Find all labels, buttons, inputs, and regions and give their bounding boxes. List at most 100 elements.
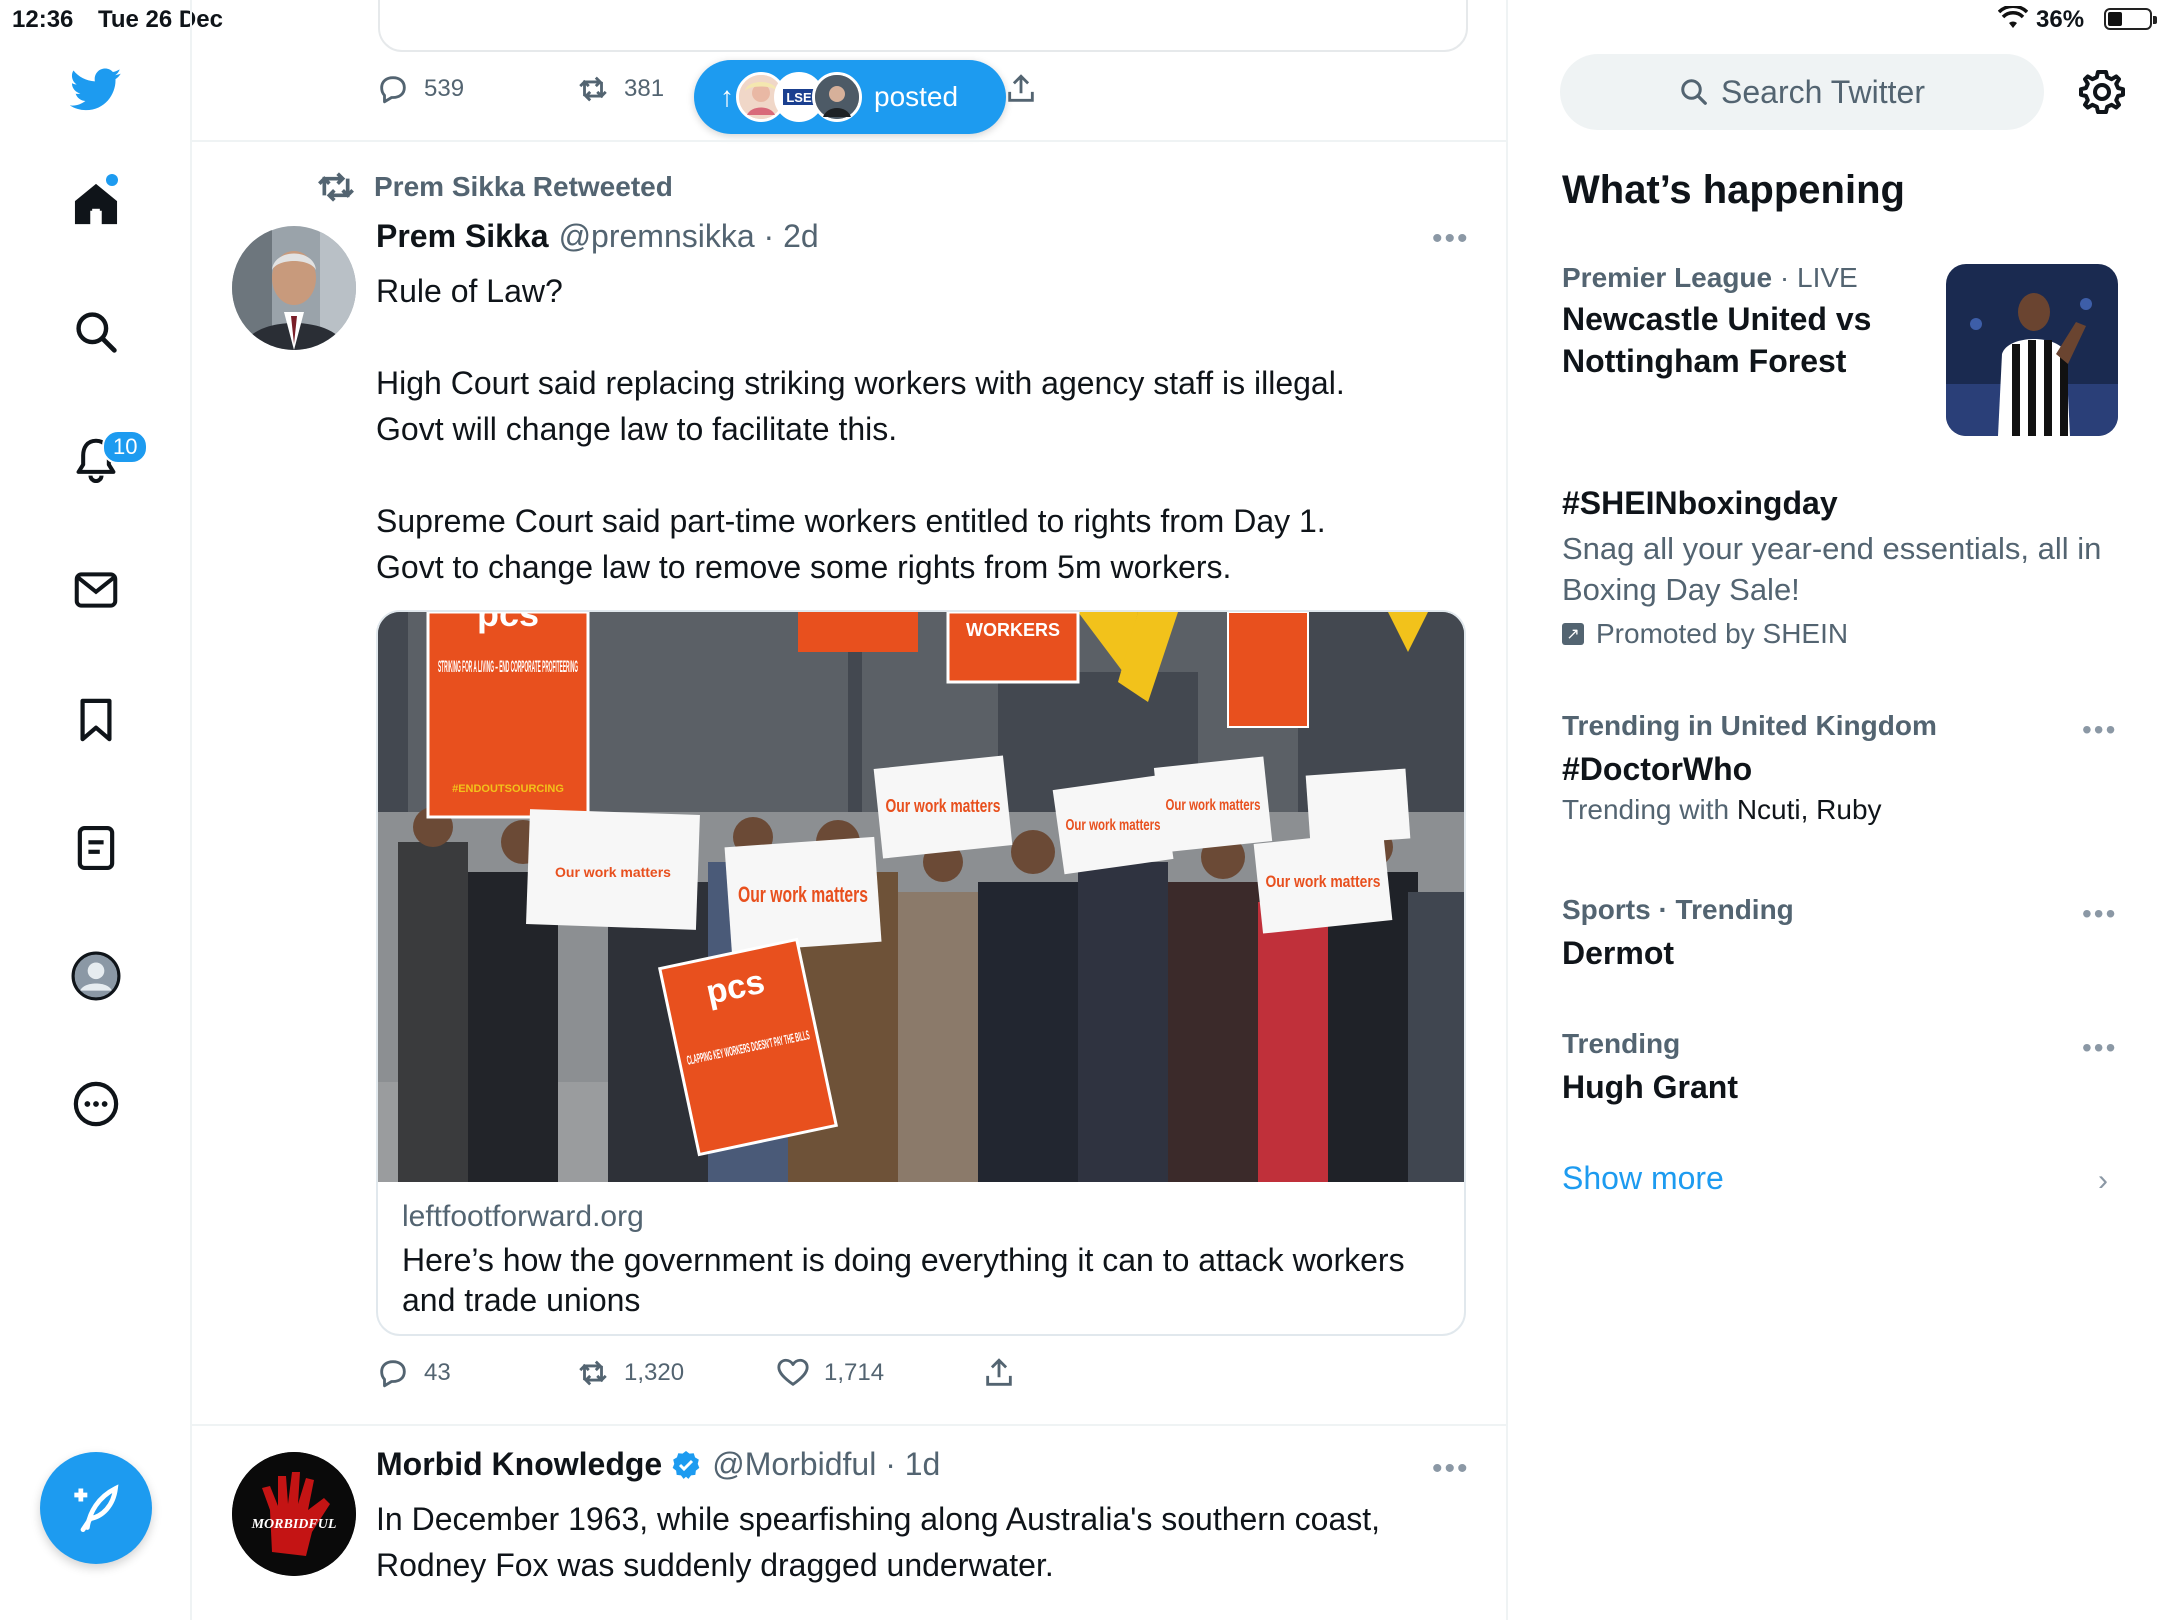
prev-retweet-count: 381 — [624, 75, 665, 102]
share-icon — [986, 1358, 1012, 1386]
protest-photo: pcs STRIKING FOR A LIVING – END CORPORAT… — [378, 612, 1464, 1182]
search-input[interactable]: Search Twitter — [1560, 54, 2044, 130]
whats-happening-title: What’s happening — [1562, 168, 1905, 212]
tweet-text-line: High Court said replacing striking worke… — [376, 365, 1345, 401]
tweet-text-line: In December 1963, while spearfishing alo… — [376, 1501, 1381, 1537]
timeline[interactable]: 539 381 ↑ LSE posted Prem Sikka Retweete… — [192, 0, 1508, 1620]
trending-with: Trending with Ncuti, Ruby — [1562, 794, 2122, 826]
sign-striking: STRIKING FOR A LIVING – END CORPORATE PR… — [438, 657, 578, 676]
tweet-text-line: Supreme Court said part-time workers ent… — [376, 503, 1326, 539]
avatar-morbid-knowledge[interactable]: MORBIDFUL — [232, 1452, 356, 1576]
sign-our-work-matters: Our work matters — [886, 796, 1001, 816]
retweet-button[interactable]: 1,320 — [576, 1356, 684, 1390]
trend-title: Hugh Grant — [1562, 1069, 1738, 1105]
divider — [192, 1424, 1506, 1426]
share-button[interactable] — [982, 1356, 1016, 1390]
avatar-prem-sikka[interactable] — [232, 226, 356, 350]
retweeted-by: Prem Sikka Retweeted — [316, 170, 673, 204]
author-name[interactable]: Morbid Knowledge — [376, 1446, 662, 1483]
trend-item-promoted[interactable]: #SHEINboxingday Snag all your year-end e… — [1562, 482, 2122, 650]
tweet-text-line: Govt will change law to facilitate this. — [376, 411, 898, 447]
settings-gear-icon[interactable] — [2078, 68, 2126, 116]
svg-text:LSE: LSE — [786, 90, 812, 105]
tweet-header: Morbid Knowledge @Morbidful · 1d — [376, 1446, 940, 1483]
trend-item[interactable]: Trending in United Kingdom #DoctorWho Tr… — [1562, 710, 2122, 826]
search-icon[interactable] — [70, 306, 122, 358]
home-icon[interactable] — [70, 178, 122, 230]
card-domain: leftfootforward.org — [402, 1200, 644, 1233]
trend-meta: Trending — [1562, 1028, 1681, 1059]
trend-item[interactable]: Sports · Trending Dermot — [1562, 894, 2122, 974]
reply-count: 43 — [424, 1359, 451, 1386]
reply-button[interactable]: 43 — [376, 1356, 451, 1390]
trending-with-label: Trending with — [1562, 794, 1737, 825]
prev-retweet-button[interactable]: 381 — [576, 72, 664, 106]
sign-our-work-matters: Our work matters — [1066, 817, 1161, 834]
bookmark-icon[interactable] — [70, 694, 122, 746]
retweeted-by-label: Prem Sikka Retweeted — [374, 171, 673, 202]
trend-title: Dermot — [1562, 935, 1675, 971]
previous-tweet-card[interactable] — [378, 0, 1468, 52]
prev-reply-button[interactable]: 539 — [376, 72, 464, 106]
compose-tweet-button[interactable] — [40, 1452, 152, 1564]
link-card[interactable]: pcs STRIKING FOR A LIVING – END CORPORAT… — [376, 610, 1466, 1336]
left-nav: 10 — [0, 0, 192, 1620]
trend-category: Premier League — [1562, 262, 1773, 293]
chevron-right-icon[interactable]: › — [2098, 1164, 2108, 1198]
trend-description: Snag all your year-end essentials, all i… — [1562, 531, 2102, 607]
tweet-header: Prem Sikka @premnsikka · 2d — [376, 218, 819, 255]
feather-plus-icon — [74, 1484, 119, 1533]
pill-avatar-3 — [812, 72, 862, 122]
twitter-logo-icon[interactable] — [70, 64, 122, 116]
heart-icon — [777, 1358, 809, 1386]
trend-live: · LIVE — [1772, 262, 1858, 293]
notifications-badge: 10 — [102, 430, 149, 464]
sign-workers: WORKERS — [966, 620, 1060, 640]
home-unread-dot — [106, 174, 118, 186]
author-handle[interactable]: @Morbidful · 1d — [712, 1446, 940, 1483]
trend-title: #DoctorWho — [1562, 751, 1753, 787]
sign-pcs: pcs — [477, 612, 539, 634]
trend-meta: Trending in United Kingdom — [1562, 710, 1937, 741]
retweet-icon — [579, 1360, 607, 1386]
reply-icon — [380, 1360, 406, 1388]
profile-avatar-icon[interactable] — [70, 950, 122, 1002]
trend-item[interactable]: Trending Hugh Grant — [1562, 1028, 2122, 1108]
prev-share-icon[interactable] — [1004, 72, 1038, 106]
search-icon — [1681, 79, 1707, 105]
new-tweets-pill[interactable]: ↑ LSE posted — [694, 60, 1006, 134]
sign-our-work-matters: Our work matters — [555, 864, 671, 880]
tweet-text: In December 1963, while spearfishing alo… — [376, 1496, 1380, 1588]
tweet-more-icon[interactable]: ••• — [1432, 1452, 1470, 1486]
search-placeholder: Search Twitter — [1721, 73, 1925, 110]
trend-thumbnail[interactable] — [1946, 264, 2118, 436]
tweet-text-line: Govt to change law to remove some rights… — [376, 549, 1232, 585]
author-handle[interactable]: @premnsikka · 2d — [559, 218, 819, 255]
show-more-link[interactable]: Show more — [1562, 1160, 1724, 1197]
reply-icon — [380, 76, 406, 104]
tweet-text-line: Rodney Fox was suddenly dragged underwat… — [376, 1547, 1054, 1583]
trend-more-icon[interactable]: ••• — [2082, 1032, 2117, 1064]
retweet-icon — [318, 172, 354, 202]
retweet-count: 1,320 — [624, 1359, 685, 1386]
tweet-more-icon[interactable]: ••• — [1432, 222, 1470, 256]
lists-icon[interactable] — [70, 822, 122, 874]
trend-title: #SHEINboxingday — [1562, 485, 1838, 521]
trend-more-icon[interactable]: ••• — [2082, 898, 2117, 930]
pill-label: posted — [874, 81, 959, 112]
author-name[interactable]: Prem Sikka — [376, 218, 549, 255]
more-options-icon[interactable] — [70, 1078, 122, 1130]
trend-more-icon[interactable]: ••• — [2082, 714, 2117, 746]
tweet-text-line: Rule of Law? — [376, 273, 563, 309]
divider — [192, 140, 1506, 142]
like-button[interactable]: 1,714 — [776, 1356, 884, 1390]
trend-title: Newcastle United vs Nottingham Forest — [1562, 301, 1872, 379]
like-count: 1,714 — [824, 1359, 885, 1386]
card-title: Here’s how the government is doing every… — [402, 1242, 1405, 1318]
sign-our-work-matters: Our work matters — [1166, 797, 1261, 814]
messages-envelope-icon[interactable] — [70, 564, 122, 616]
prev-reply-count: 539 — [424, 75, 465, 102]
sign-our-work-matters: Our work matters — [1266, 872, 1381, 891]
trend-meta: Sports · Trending — [1562, 894, 1794, 925]
tweet-text: Rule of Law? High Court said replacing s… — [376, 268, 1345, 590]
